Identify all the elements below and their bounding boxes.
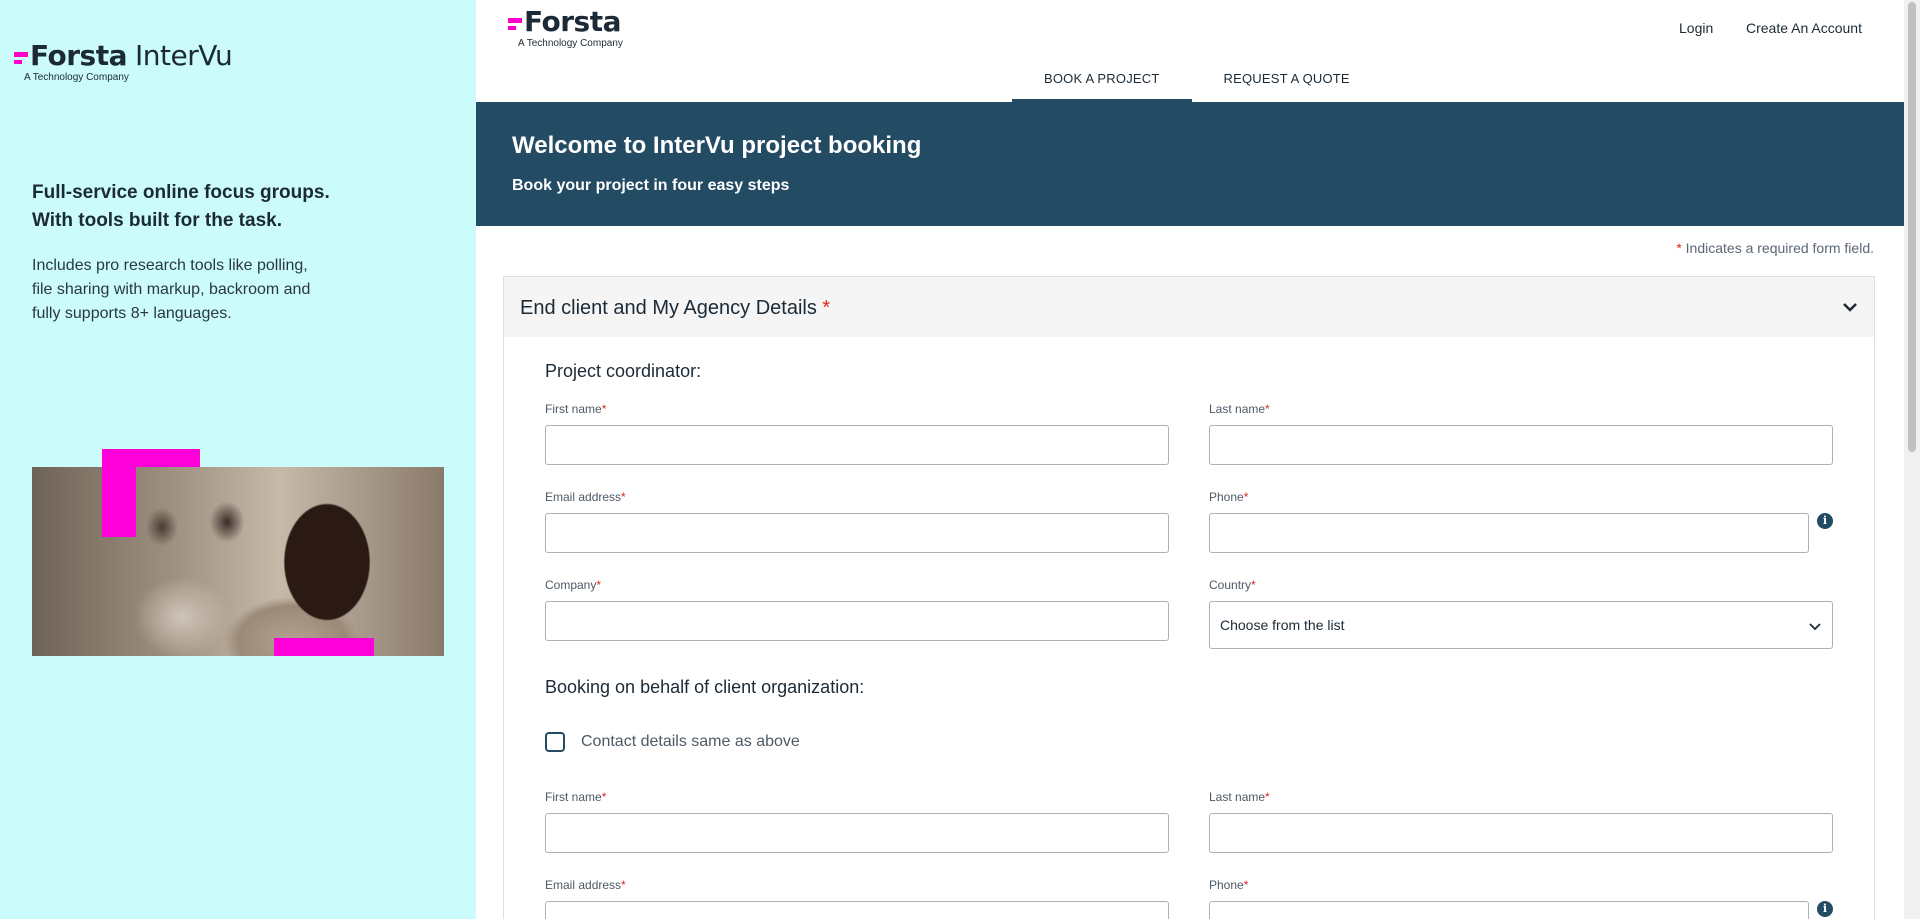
coordinator-country-select[interactable]: Choose from the list — [1209, 601, 1833, 649]
coordinator-email-input[interactable] — [545, 513, 1169, 553]
headline-line-1: Full-service online focus groups. — [32, 182, 330, 203]
forsta-intervu-logo: Forsta InterVu — [14, 39, 233, 72]
coordinator-last-name-input[interactable] — [1209, 425, 1833, 465]
forsta-mark-icon — [508, 16, 522, 36]
client-email-label-text: Email address — [545, 878, 622, 892]
marketing-panel: Forsta InterVu A Technology Company Full… — [0, 0, 476, 919]
top-header: Forsta A Technology Company Login Create… — [476, 0, 1904, 102]
required-star: * — [1243, 490, 1249, 504]
decor-pink-bar-bottom — [274, 638, 374, 656]
client-phone-input[interactable] — [1209, 901, 1809, 919]
company-label: Company* — [545, 578, 601, 592]
chevron-down-icon — [1809, 623, 1821, 631]
logo-main-text: Forsta — [30, 39, 127, 72]
scrollbar-thumb[interactable] — [1908, 2, 1916, 452]
client-first-name-label: First name* — [545, 790, 606, 804]
decor-pink-bar-left — [102, 449, 136, 537]
required-star: * — [596, 578, 602, 592]
header-logo-tagline: A Technology Company — [518, 38, 623, 49]
header-logo-text: Forsta — [524, 5, 621, 38]
client-last-name-label-text: Last name — [1209, 790, 1266, 804]
coordinator-company-input[interactable] — [545, 601, 1169, 641]
same-as-above-checkbox[interactable] — [545, 732, 565, 752]
required-star: * — [1676, 240, 1682, 256]
section-title: End client and My Agency Details — [520, 297, 817, 319]
country-label: Country* — [1209, 578, 1256, 592]
logo-product-text: InterVu — [134, 39, 233, 72]
client-agency-details-section: End client and My Agency Details * Proje… — [503, 276, 1875, 919]
company-label-text: Company — [545, 578, 597, 592]
client-organization-title: Booking on behalf of client organization… — [545, 677, 865, 697]
first-name-label-text: First name — [545, 402, 602, 416]
tab-book-project[interactable]: BOOK A PROJECT — [1012, 60, 1192, 102]
email-label-text: Email address — [545, 490, 622, 504]
project-coordinator-title: Project coordinator: — [545, 361, 702, 381]
required-field-note: * Indicates a required form field. — [1676, 240, 1874, 256]
required-star: * — [1265, 402, 1270, 416]
tab-request-quote[interactable]: REQUEST A QUOTE — [1192, 60, 1382, 102]
required-star: * — [601, 402, 607, 416]
client-phone-label-text: Phone — [1209, 878, 1244, 892]
page-scrollbar[interactable] — [1904, 0, 1920, 919]
forsta-mark-icon — [14, 50, 28, 70]
create-account-link[interactable]: Create An Account — [1746, 20, 1862, 36]
banner-subtitle: Book your project in four easy steps — [512, 177, 790, 194]
client-last-name-input[interactable] — [1209, 813, 1833, 853]
required-star: * — [621, 878, 626, 892]
client-first-name-label-text: First name — [545, 790, 602, 804]
same-as-above-label[interactable]: Contact details same as above — [581, 733, 800, 751]
first-name-label: First name* — [545, 402, 606, 416]
client-last-name-label: Last name* — [1209, 790, 1270, 804]
chevron-down-icon[interactable] — [1840, 297, 1860, 317]
required-star: * — [1251, 578, 1256, 592]
marketing-headline: Full-service online focus groups. With t… — [32, 179, 330, 235]
required-star: * — [621, 490, 626, 504]
required-star: * — [1243, 878, 1249, 892]
section-header[interactable]: End client and My Agency Details * — [504, 277, 1874, 337]
marketing-description: Includes pro research tools like polling… — [32, 257, 311, 322]
client-email-input[interactable] — [545, 901, 1169, 919]
info-icon[interactable]: i — [1817, 513, 1833, 529]
last-name-label-text: Last name — [1209, 402, 1266, 416]
info-icon[interactable]: i — [1817, 901, 1833, 917]
welcome-banner: Welcome to InterVu project booking Book … — [476, 102, 1904, 226]
hero-photo — [32, 467, 444, 656]
hero-image — [32, 449, 444, 656]
phone-label: Phone* — [1209, 490, 1248, 504]
banner-title: Welcome to InterVu project booking — [512, 132, 922, 159]
country-select-value: Choose from the list — [1220, 617, 1345, 633]
last-name-label: Last name* — [1209, 402, 1270, 416]
client-email-label: Email address* — [545, 878, 626, 892]
client-phone-label: Phone* — [1209, 878, 1248, 892]
country-label-text: Country — [1209, 578, 1252, 592]
required-star: * — [822, 297, 831, 319]
required-star: * — [1265, 790, 1270, 804]
email-label: Email address* — [545, 490, 626, 504]
coordinator-first-name-input[interactable] — [545, 425, 1169, 465]
headline-line-2: With tools built for the task. — [32, 210, 282, 231]
coordinator-phone-input[interactable] — [1209, 513, 1809, 553]
logo-tagline: A Technology Company — [24, 72, 129, 83]
forsta-logo[interactable]: Forsta — [508, 8, 621, 36]
required-star: * — [601, 790, 607, 804]
client-first-name-input[interactable] — [545, 813, 1169, 853]
login-link[interactable]: Login — [1679, 20, 1713, 36]
required-note-text: Indicates a required form field. — [1685, 240, 1874, 256]
booking-tabs: BOOK A PROJECT REQUEST A QUOTE — [1012, 60, 1382, 102]
phone-label-text: Phone — [1209, 490, 1244, 504]
